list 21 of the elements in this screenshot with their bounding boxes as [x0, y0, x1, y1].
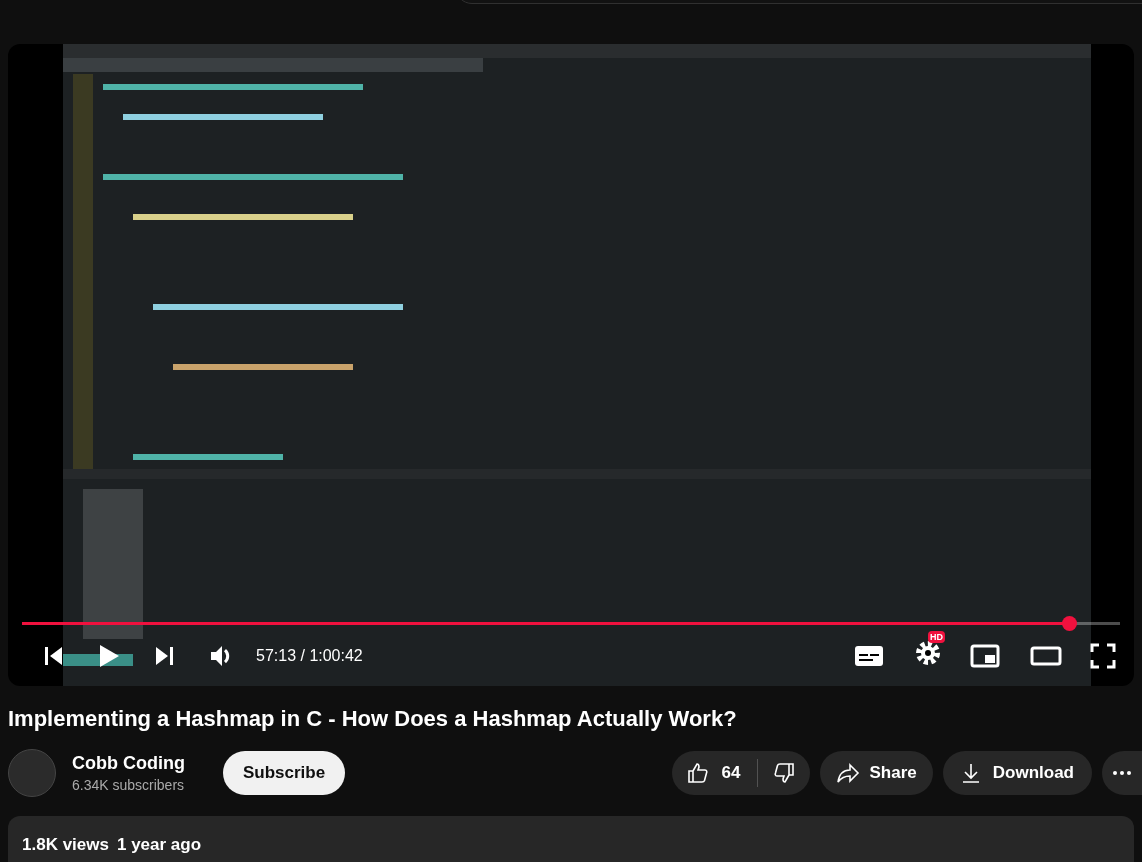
fullscreen-button[interactable] [1090, 643, 1116, 669]
more-icon [1113, 771, 1131, 775]
download-button[interactable]: Download [942, 751, 1092, 795]
miniplayer-button[interactable] [970, 643, 1000, 669]
description-panel[interactable]: 1.8K views 1 year ago [8, 816, 1134, 862]
more-actions-button[interactable] [1102, 751, 1142, 795]
time-display: 57:13 / 1:00:42 [256, 646, 363, 666]
download-icon [960, 762, 981, 784]
view-count: 1.8K views [22, 834, 109, 856]
channel-name[interactable]: Cobb Coding [72, 751, 185, 775]
subscriber-count: 6.34K subscribers [72, 776, 185, 795]
subtitles-button[interactable] [854, 644, 884, 668]
upload-age: 1 year ago [116, 834, 202, 856]
share-button[interactable]: Share [819, 751, 933, 795]
thumbs-down-icon [771, 761, 796, 785]
theater-mode-button[interactable] [1030, 644, 1062, 668]
share-arrow-icon [835, 761, 860, 785]
video-title: Implementing a Hashmap in C - How Does a Hashmap Actually Work? [8, 705, 738, 733]
thumbs-up-icon [685, 761, 710, 785]
video-player[interactable]: 57:13 / 1:00:42 HD [8, 44, 1134, 686]
subscribe-button[interactable]: Subscribe [222, 751, 346, 795]
